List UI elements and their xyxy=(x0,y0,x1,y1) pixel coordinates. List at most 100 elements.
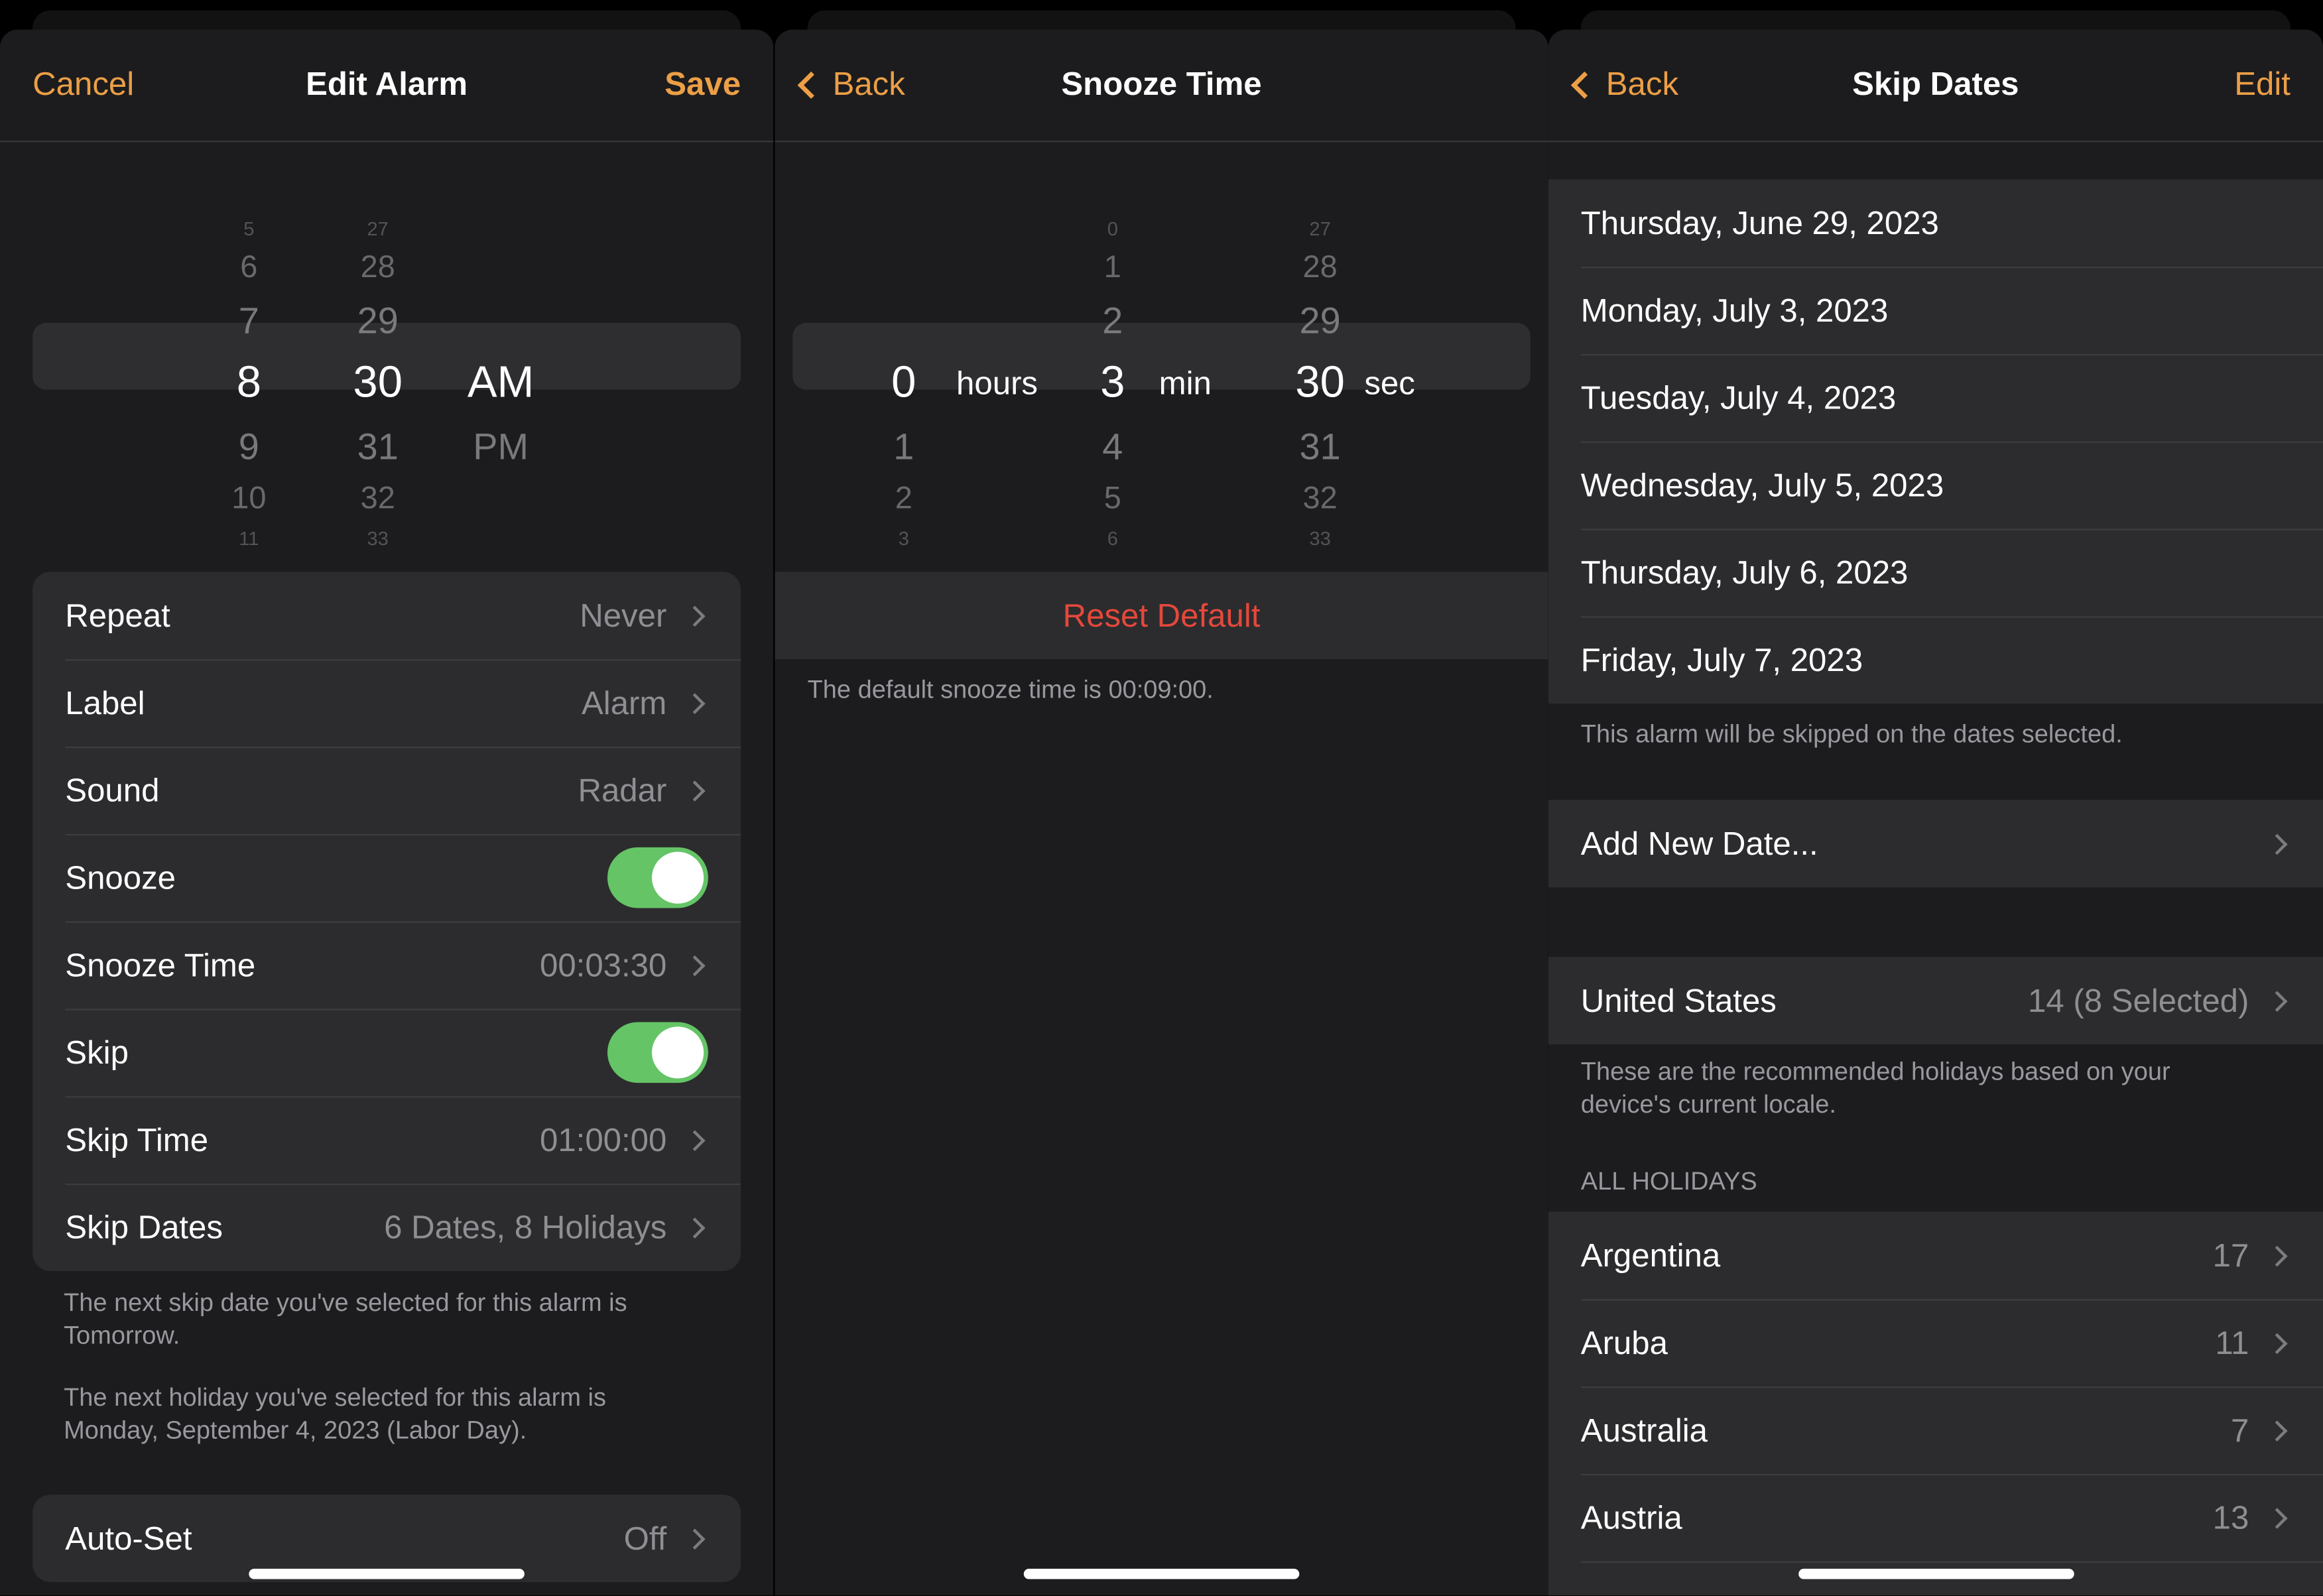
picker-value[interactable]: 4 xyxy=(1102,426,1123,469)
add-new-date-row[interactable]: Add New Date... xyxy=(1548,800,2323,887)
picker-value[interactable]: 33 xyxy=(367,528,389,550)
picker-value[interactable]: 3 xyxy=(1100,359,1125,409)
reset-default-button[interactable]: Reset Default xyxy=(775,572,1548,660)
picker-value[interactable]: 0 xyxy=(891,359,916,409)
row-value: 17 xyxy=(2212,1236,2249,1274)
picker-value[interactable]: 1 xyxy=(1104,251,1121,286)
row-value: 11 xyxy=(2215,1323,2249,1361)
row-label: Label xyxy=(65,684,145,721)
chevron-right-icon xyxy=(2267,1420,2288,1441)
picker-value[interactable]: 6 xyxy=(240,251,257,286)
nav-bar: Back Skip Dates Edit xyxy=(1548,30,2323,143)
skip-date-row[interactable]: Monday, July 3, 2023 xyxy=(1548,267,2323,354)
snooze-time-row[interactable]: Snooze Time 00:03:30 xyxy=(32,921,741,1009)
picker-value[interactable]: 28 xyxy=(361,251,395,286)
picker-value[interactable]: 11 xyxy=(239,528,259,550)
skip-time-row[interactable]: Skip Time 01:00:00 xyxy=(32,1096,741,1184)
picker-value[interactable]: 33 xyxy=(1309,528,1330,550)
picker-value[interactable]: 32 xyxy=(361,482,395,518)
repeat-row[interactable]: Repeat Never xyxy=(32,572,741,659)
row-label: Auto-Set xyxy=(65,1519,192,1556)
home-indicator xyxy=(1798,1568,2074,1579)
row-label: Repeat xyxy=(65,596,170,634)
skip-row[interactable]: Skip xyxy=(32,1009,741,1096)
picker-value[interactable]: 6 xyxy=(1107,528,1118,550)
picker-unit-label: min xyxy=(1159,364,1212,402)
nav-bar: Cancel Edit Alarm Save xyxy=(0,30,774,143)
home-indicator xyxy=(1023,1568,1300,1579)
united-states-row[interactable]: United States 14 (8 Selected) xyxy=(1548,957,2323,1044)
picker-value[interactable]: 28 xyxy=(1302,251,1337,286)
country-row[interactable]: Aruba 11 xyxy=(1548,1299,2323,1386)
holiday-note: The next holiday you've selected for thi… xyxy=(64,1383,606,1445)
row-label: Snooze xyxy=(65,858,176,896)
picker-unit-label: hours xyxy=(956,364,1038,402)
picker-value[interactable]: 0 xyxy=(1107,218,1118,241)
picker-unit-label: sec xyxy=(1364,364,1415,402)
nav-bar: Back Snooze Time xyxy=(775,30,1548,143)
row-label: United States xyxy=(1580,981,1777,1018)
page-title: Skip Dates xyxy=(1852,65,2019,103)
edit-alarm-screen: Cancel Edit Alarm Save 5 6 7 8 9 10 11 27 28 29 30… xyxy=(0,0,774,1596)
picker-value[interactable]: 10 xyxy=(231,482,266,518)
picker-value[interactable]: 30 xyxy=(1295,359,1345,409)
chevron-right-icon xyxy=(684,605,706,627)
duration-picker[interactable]: 0 1 2 3 0 1 2 3 4 5 6 27 28 29 30 31 32 33 hours min sec xyxy=(775,178,1548,550)
toggle-switch[interactable] xyxy=(607,1022,708,1083)
label-row[interactable]: Label Alarm xyxy=(32,659,741,747)
picker-value[interactable]: 29 xyxy=(357,301,399,344)
edit-alarm-sheet: Cancel Edit Alarm Save 5 6 7 8 9 10 11 27 28 29 30… xyxy=(0,29,774,1596)
row-value: Never xyxy=(580,596,667,634)
picker-value[interactable]: 31 xyxy=(357,426,399,469)
picker-value[interactable]: 8 xyxy=(237,359,261,409)
picker-value[interactable]: 31 xyxy=(1300,426,1341,469)
picker-value[interactable]: 30 xyxy=(353,359,403,409)
save-button[interactable]: Save xyxy=(664,65,741,103)
alarm-settings-group: Repeat Never Label Alarm Sound Radar Snooze Sno… xyxy=(32,572,741,1271)
date-label: Wednesday, July 5, 2023 xyxy=(1580,465,1944,503)
skip-date-row[interactable]: Thursday, June 29, 2023 xyxy=(1548,179,2323,267)
edit-button[interactable]: Edit xyxy=(2234,65,2291,103)
row-label: Sound xyxy=(65,770,160,808)
picker-value[interactable]: 3 xyxy=(899,528,909,550)
picker-value[interactable]: 5 xyxy=(243,218,254,241)
row-label: Australia xyxy=(1580,1410,1708,1448)
chevron-right-icon xyxy=(684,1528,706,1549)
chevron-right-icon xyxy=(684,692,706,713)
toggle-switch[interactable] xyxy=(607,847,708,908)
picker-value[interactable]: 9 xyxy=(239,426,259,469)
default-snooze-note: The default snooze time is 00:09:00. xyxy=(807,675,1214,704)
country-row[interactable]: Australia 7 xyxy=(1548,1386,2323,1474)
picker-value[interactable]: 29 xyxy=(1300,301,1341,344)
skip-date-row[interactable]: Thursday, July 6, 2023 xyxy=(1548,528,2323,617)
snooze-row[interactable]: Snooze xyxy=(32,833,741,922)
home-indicator xyxy=(249,1568,525,1579)
picker-value[interactable]: PM xyxy=(473,426,529,469)
skip-date-note: The next skip date you've selected for t… xyxy=(64,1288,627,1350)
picker-value[interactable]: 7 xyxy=(239,301,259,344)
row-value: 13 xyxy=(2212,1498,2249,1536)
skip-dates-row[interactable]: Skip Dates 6 Dates, 8 Holidays xyxy=(32,1184,741,1271)
picker-value[interactable]: 2 xyxy=(895,482,912,518)
sound-row[interactable]: Sound Radar xyxy=(32,746,741,834)
picker-value[interactable]: 1 xyxy=(893,426,914,469)
country-row[interactable]: Austria 13 xyxy=(1548,1473,2323,1562)
skip-dates-sheet: Back Skip Dates Edit Thursday, June 29, … xyxy=(1548,29,2323,1596)
picker-value[interactable]: 5 xyxy=(1104,482,1121,518)
picker-value[interactable]: AM xyxy=(468,359,534,409)
country-row[interactable]: Argentina 17 xyxy=(1548,1211,2323,1299)
row-value: Off xyxy=(623,1519,667,1556)
picker-value[interactable]: 27 xyxy=(1309,218,1330,241)
skip-date-row[interactable]: Tuesday, July 4, 2023 xyxy=(1548,353,2323,442)
picker-value[interactable]: 2 xyxy=(1102,301,1123,344)
snooze-time-sheet: Back Snooze Time 0 1 2 3 0 1 2 3 4 5 6 27 28 29 30 31 32… xyxy=(775,29,1548,1596)
skip-dates-screen: Back Skip Dates Edit Thursday, June 29, … xyxy=(1548,0,2323,1596)
picker-value[interactable]: 32 xyxy=(1302,482,1337,518)
skip-date-row[interactable]: Wednesday, July 5, 2023 xyxy=(1548,441,2323,529)
holiday-country-list: Argentina 17 Aruba 11 Australia 7 Austria 13 xyxy=(1548,1211,2323,1596)
chevron-right-icon xyxy=(2267,1332,2288,1354)
picker-value[interactable]: 27 xyxy=(367,218,389,241)
skip-date-row[interactable]: Friday, July 7, 2023 xyxy=(1548,616,2323,704)
time-picker[interactable]: 5 6 7 8 9 10 11 27 28 29 30 31 32 33 AM PM xyxy=(0,178,773,550)
row-label: Snooze Time xyxy=(65,946,256,983)
